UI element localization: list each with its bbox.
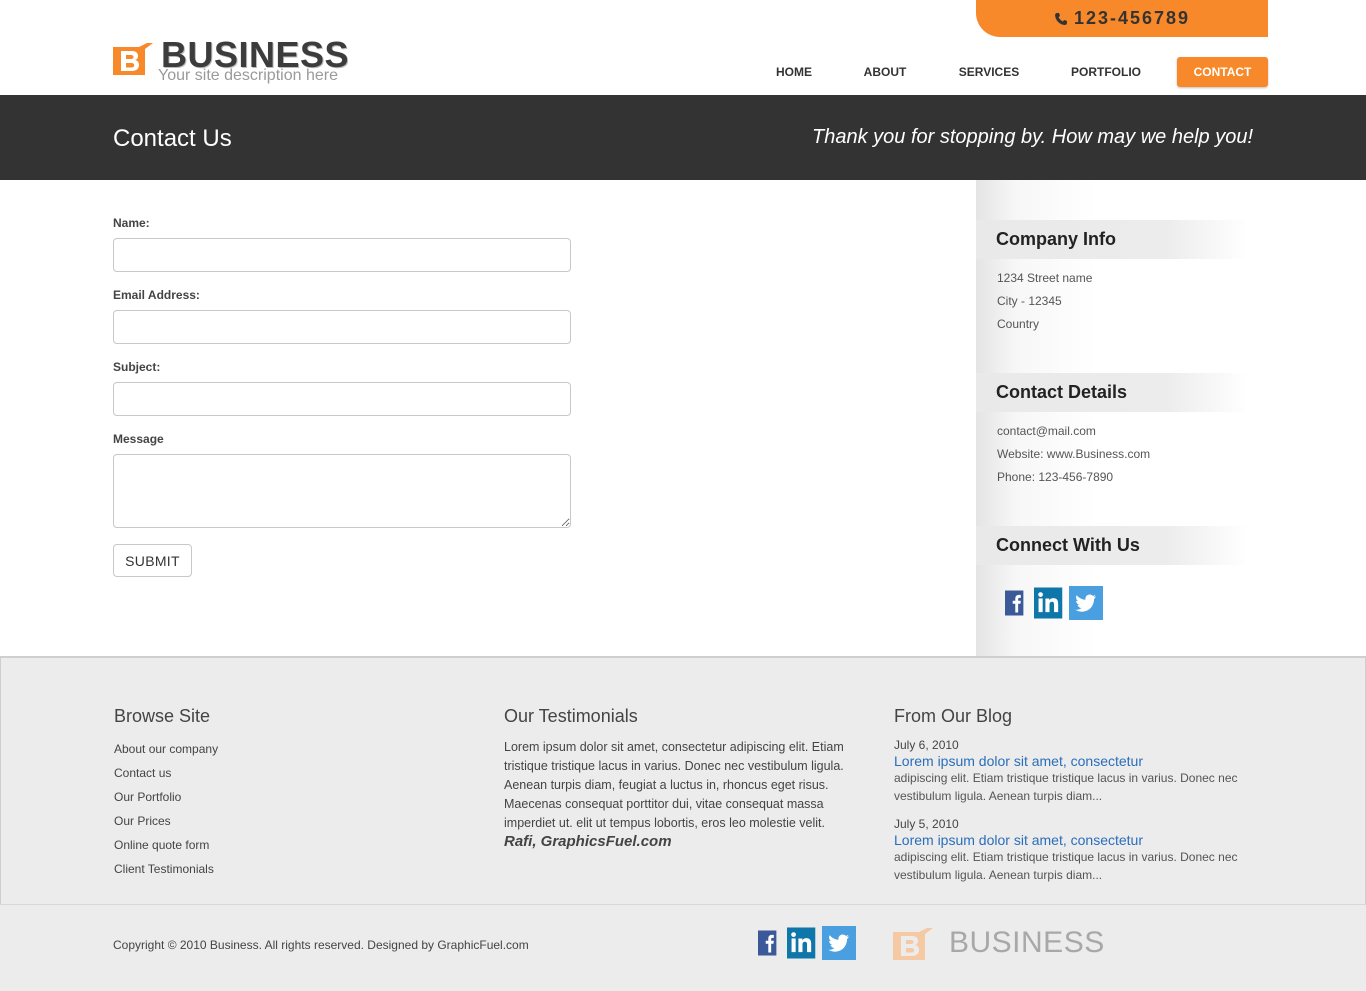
subject-field[interactable] — [113, 382, 571, 416]
nav-services[interactable]: SERVICES — [954, 57, 1024, 87]
company-info-heading: Company Info — [976, 220, 1248, 259]
footer-link-quote[interactable]: Online quote form — [114, 838, 209, 852]
sidebar: Company Info 1234 Street name City - 123… — [976, 180, 1366, 657]
contact-details-heading: Contact Details — [976, 373, 1248, 412]
footer-bottom-bar: Copyright © 2010 Business. All rights re… — [0, 904, 1366, 991]
linkedin-icon[interactable] — [1034, 586, 1065, 620]
nav-portfolio[interactable]: PORTFOLIO — [1066, 57, 1146, 87]
message-field[interactable] — [113, 454, 571, 528]
blog-post-excerpt: adipiscing elit. Etiam tristique tristiq… — [894, 850, 1238, 882]
page-banner: Contact Us Thank you for stopping by. Ho… — [0, 95, 1366, 180]
footer-link-contact[interactable]: Contact us — [114, 766, 171, 780]
address-city: City - 12345 — [997, 294, 1062, 308]
footer-social-links — [758, 926, 856, 960]
testimonial-author: Rafi, GraphicsFuel.com — [504, 833, 672, 850]
page-title: Contact Us — [113, 125, 232, 152]
submit-button[interactable]: SUBMIT — [113, 544, 192, 577]
logo-b-icon — [113, 43, 153, 75]
browse-site-heading: Browse Site — [114, 706, 211, 726]
email-field[interactable] — [113, 310, 571, 344]
phone-icon — [1055, 12, 1067, 25]
contact-phone: Phone: 123-456-7890 — [997, 470, 1114, 484]
blog-post-title[interactable]: Lorem ipsum dolor sit amet, consectetur — [894, 832, 1143, 848]
nav-contact[interactable]: CONTACT — [1177, 57, 1268, 87]
twitter-icon[interactable] — [1069, 586, 1103, 620]
twitter-icon[interactable] — [822, 926, 856, 960]
facebook-icon[interactable] — [1005, 586, 1030, 620]
testimonials-heading: Our Testimonials — [504, 706, 638, 726]
footer-logo-title: BUSINESS — [949, 926, 1105, 959]
name-label: Name: — [113, 216, 150, 230]
blog-post-title[interactable]: Lorem ipsum dolor sit amet, consectetur — [894, 753, 1143, 769]
address-street: 1234 Street name — [997, 271, 1093, 285]
page-tagline: Thank you for stopping by. How may we he… — [812, 126, 1253, 148]
copyright-text: Copyright © 2010 Business. All rights re… — [113, 938, 529, 952]
address-country: Country — [997, 317, 1040, 331]
subject-label: Subject: — [113, 360, 161, 374]
footer-logo[interactable]: BUSINESS — [893, 925, 1113, 965]
phone-number: 123-456789 — [1073, 8, 1191, 28]
testimonial-text: Lorem ipsum dolor sit amet, consectetur … — [504, 740, 844, 830]
blog-post-date: July 6, 2010 — [894, 738, 959, 752]
site-logo[interactable]: BUSINESS Your site description here — [113, 34, 353, 90]
connect-heading: Connect With Us — [976, 526, 1248, 565]
facebook-icon[interactable] — [758, 926, 783, 960]
email-label: Email Address: — [113, 288, 200, 302]
name-field[interactable] — [113, 238, 571, 272]
linkedin-icon[interactable] — [787, 926, 818, 960]
contact-website[interactable]: Website: www.Business.com — [997, 447, 1150, 461]
sidebar-social-links — [1005, 586, 1103, 620]
logo-subtitle: Your site description here — [158, 67, 338, 84]
nav-home[interactable]: HOME — [770, 57, 818, 87]
contact-email[interactable]: contact@mail.com — [997, 424, 1096, 438]
footer-link-portfolio[interactable]: Our Portfolio — [114, 790, 181, 804]
blog-post-excerpt: adipiscing elit. Etiam tristique tristiq… — [894, 771, 1238, 803]
nav-about[interactable]: ABOUT — [858, 57, 912, 87]
footer-link-prices[interactable]: Our Prices — [114, 814, 171, 828]
footer-link-about[interactable]: About our company — [114, 742, 218, 756]
message-label: Message — [113, 432, 164, 446]
site-header: 123-456789 BUSINESS Your site descriptio… — [0, 0, 1366, 95]
blog-post-date: July 5, 2010 — [894, 817, 959, 831]
footer-link-testimonials[interactable]: Client Testimonials — [114, 862, 214, 876]
site-footer: Browse Site About our company Contact us… — [0, 656, 1366, 904]
blog-heading: From Our Blog — [894, 706, 1013, 726]
logo-b-icon — [893, 928, 933, 960]
phone-tab[interactable]: 123-456789 — [976, 0, 1268, 37]
